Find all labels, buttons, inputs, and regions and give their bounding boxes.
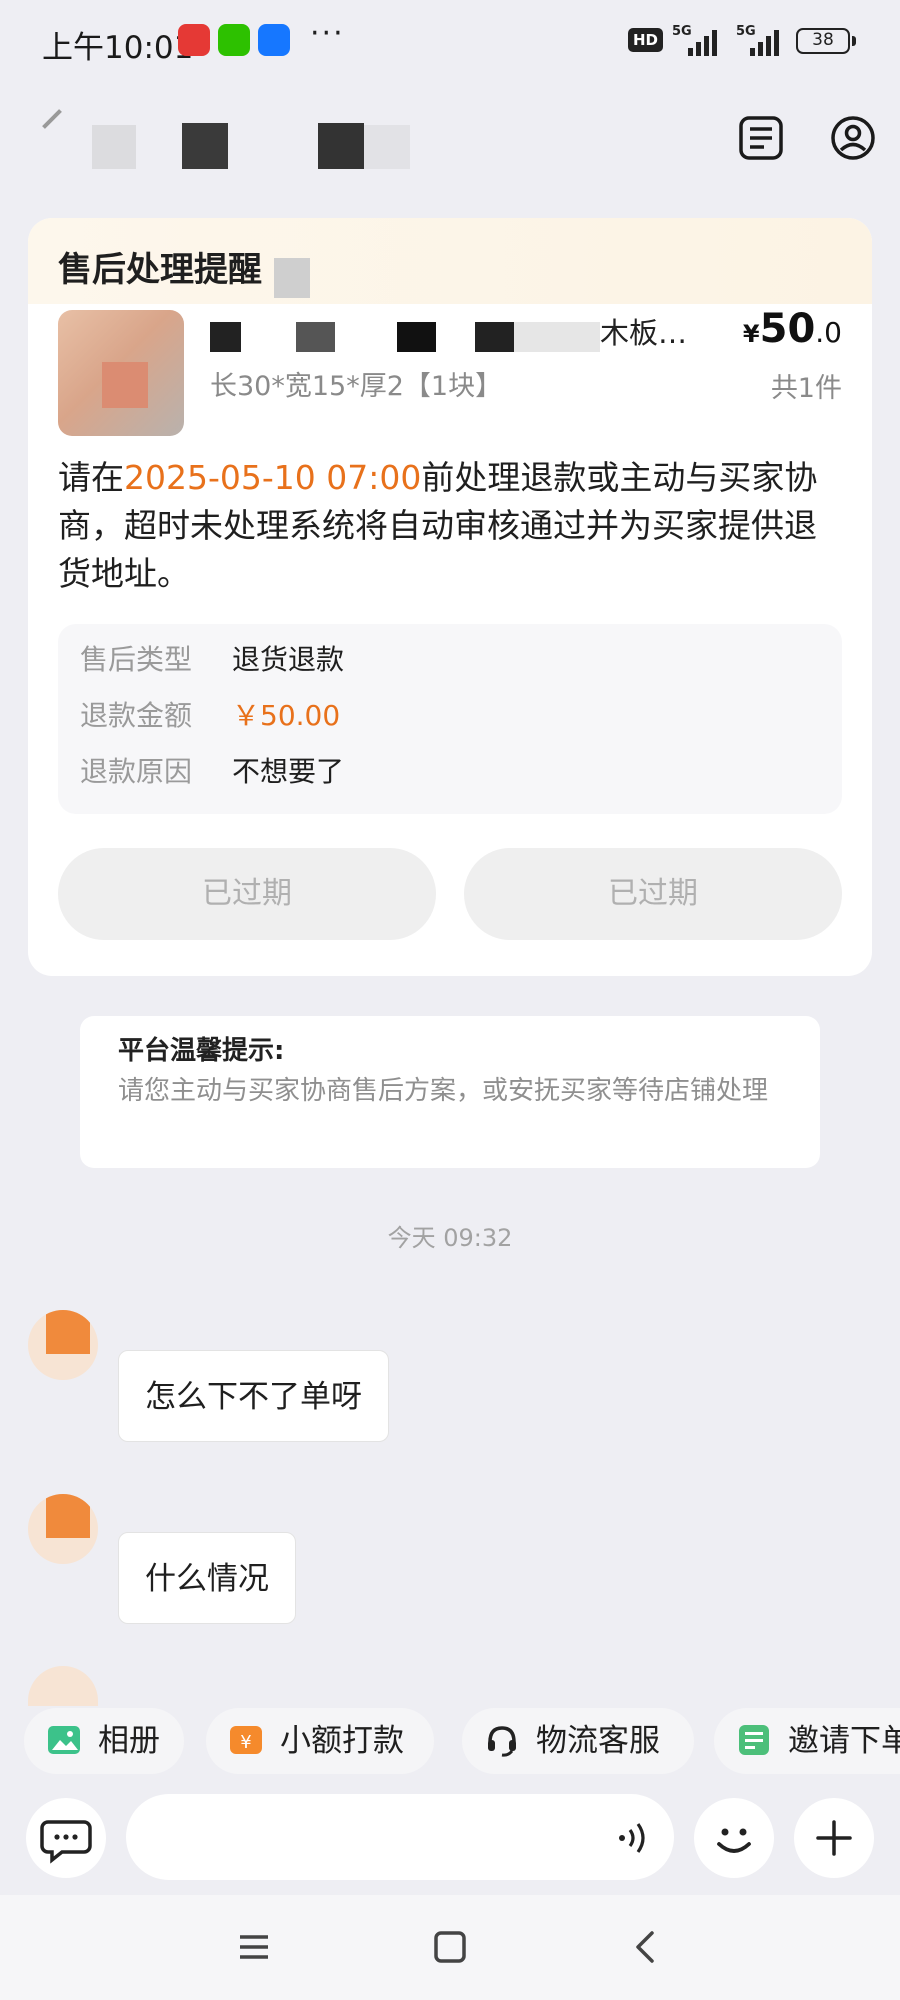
product-name[interactable]: 木板… — [210, 310, 730, 352]
message-bubble[interactable]: 什么情况 — [118, 1532, 296, 1624]
price-int: 50 — [759, 306, 816, 352]
alipay-icon — [258, 24, 290, 56]
quick-action-album[interactable]: 相册 — [24, 1708, 184, 1774]
quick-action-label: 物流客服 — [536, 1723, 660, 1759]
price-dec: .0 — [815, 316, 842, 349]
voice-icon[interactable] — [614, 1818, 654, 1858]
expired-button-right[interactable]: 已过期 — [464, 848, 842, 940]
detail-row-amount: 退款金额 ￥50.00 — [80, 694, 340, 734]
product-spec: 长30*宽15*厚2【1块】 — [210, 371, 503, 402]
quick-action-label: 相册 — [98, 1723, 160, 1759]
home-icon[interactable] — [428, 1925, 472, 1969]
product-image — [102, 362, 148, 408]
headset-icon — [488, 1726, 516, 1757]
back-nav-icon[interactable] — [624, 1925, 668, 1969]
profile-icon[interactable] — [830, 115, 876, 161]
buyer-avatar[interactable] — [28, 1310, 98, 1380]
redacted-product-name — [210, 322, 600, 352]
product-thumbnail[interactable] — [58, 310, 184, 436]
chat-timestamp: 今天 09:32 — [387, 1224, 513, 1252]
signal-icon-1 — [688, 30, 717, 56]
svg-text:¥: ¥ — [240, 1732, 251, 1753]
detail-value: 不想要了 — [232, 755, 345, 788]
quick-action-invite-order[interactable]: 邀请下单 — [714, 1708, 900, 1774]
card-title: 售后处理提醒 — [58, 250, 262, 290]
emoji-button[interactable] — [694, 1798, 774, 1878]
signal-icon-2 — [750, 30, 779, 56]
product-name-text: 木板… — [600, 316, 688, 350]
detail-label: 退款原因 — [80, 755, 193, 788]
avatar-image — [46, 1310, 90, 1354]
notice-before: 请在 — [58, 458, 124, 497]
photo-icon — [48, 1726, 80, 1754]
redacted-shop-name-part — [364, 125, 410, 169]
notice-deadline: 2025-05-10 07:00 — [124, 458, 422, 497]
redacted-shop-name-part — [182, 123, 228, 169]
menu-icon[interactable] — [232, 1925, 276, 1969]
buyer-avatar-partial[interactable] — [28, 1666, 98, 1706]
quick-action-logistics-service[interactable]: 物流客服 — [462, 1708, 694, 1774]
chat-header — [0, 95, 900, 195]
redacted-shop-name-part — [318, 123, 364, 169]
detail-label: 退款金额 — [80, 699, 193, 732]
buyer-avatar[interactable] — [28, 1494, 98, 1564]
expired-button-left[interactable]: 已过期 — [58, 848, 436, 940]
status-time: 上午10:01 — [42, 30, 194, 66]
list-icon[interactable] — [738, 115, 784, 161]
hd-badge: HD — [628, 28, 664, 52]
platform-tip: 平台温馨提示: 请您主动与买家协商售后方案，或安抚买家等待店铺处理 — [80, 1016, 820, 1168]
more-notifications-icon: ··· — [310, 16, 345, 51]
message-bubble[interactable]: 怎么下不了单呀 — [118, 1350, 389, 1442]
system-nav-bar — [0, 1895, 900, 2000]
wechat-icon — [218, 24, 250, 56]
price-symbol: ¥ — [742, 320, 760, 348]
card-header: 售后处理提醒 — [28, 218, 872, 304]
status-bar: 上午10:01 ··· HD 5G 5G 38 — [0, 0, 900, 82]
after-sale-card: 售后处理提醒 木板… 长30*宽15*厚2【1块】 ¥50.0 共1件 请在20… — [28, 218, 872, 976]
quick-action-label: 小额打款 — [280, 1723, 404, 1759]
shopping-app-icon — [178, 24, 210, 56]
redacted-shop-name — [92, 125, 136, 169]
tip-body: 请您主动与买家协商售后方案，或安抚买家等待店铺处理 — [118, 1076, 769, 1106]
battery-icon: 38 — [796, 28, 856, 54]
tip-title: 平台温馨提示: — [118, 1036, 285, 1066]
more-button[interactable] — [794, 1798, 874, 1878]
chat-bubble-icon — [40, 1820, 92, 1864]
quick-action-small-payment[interactable]: ¥ 小额打款 — [206, 1708, 434, 1774]
redacted-title-part — [274, 258, 310, 298]
refund-details: 售后类型 退货退款 退款金额 ￥50.00 退款原因 不想要了 — [58, 624, 842, 814]
message-input[interactable] — [126, 1794, 674, 1880]
quick-action-label: 邀请下单 — [788, 1723, 900, 1759]
detail-value: 退货退款 — [232, 643, 345, 676]
invite-icon — [739, 1725, 769, 1755]
avatar-image — [46, 1494, 90, 1538]
smiley-icon — [717, 1828, 751, 1853]
plus-icon — [816, 1820, 852, 1856]
detail-label: 售后类型 — [80, 643, 193, 676]
detail-row-reason: 退款原因 不想要了 — [80, 750, 344, 790]
product-quantity: 共1件 — [770, 373, 842, 404]
deadline-notice: 请在2025-05-10 07:00前处理退款或主动与买家协商，超时未处理系统将… — [58, 454, 848, 598]
back-icon[interactable] — [42, 109, 62, 129]
transfer-icon: ¥ — [230, 1726, 262, 1754]
detail-value: ￥50.00 — [232, 699, 341, 732]
quick-reply-button[interactable] — [26, 1798, 106, 1878]
product-price: ¥50.0 — [743, 306, 842, 352]
detail-row-type: 售后类型 退货退款 — [80, 638, 344, 678]
